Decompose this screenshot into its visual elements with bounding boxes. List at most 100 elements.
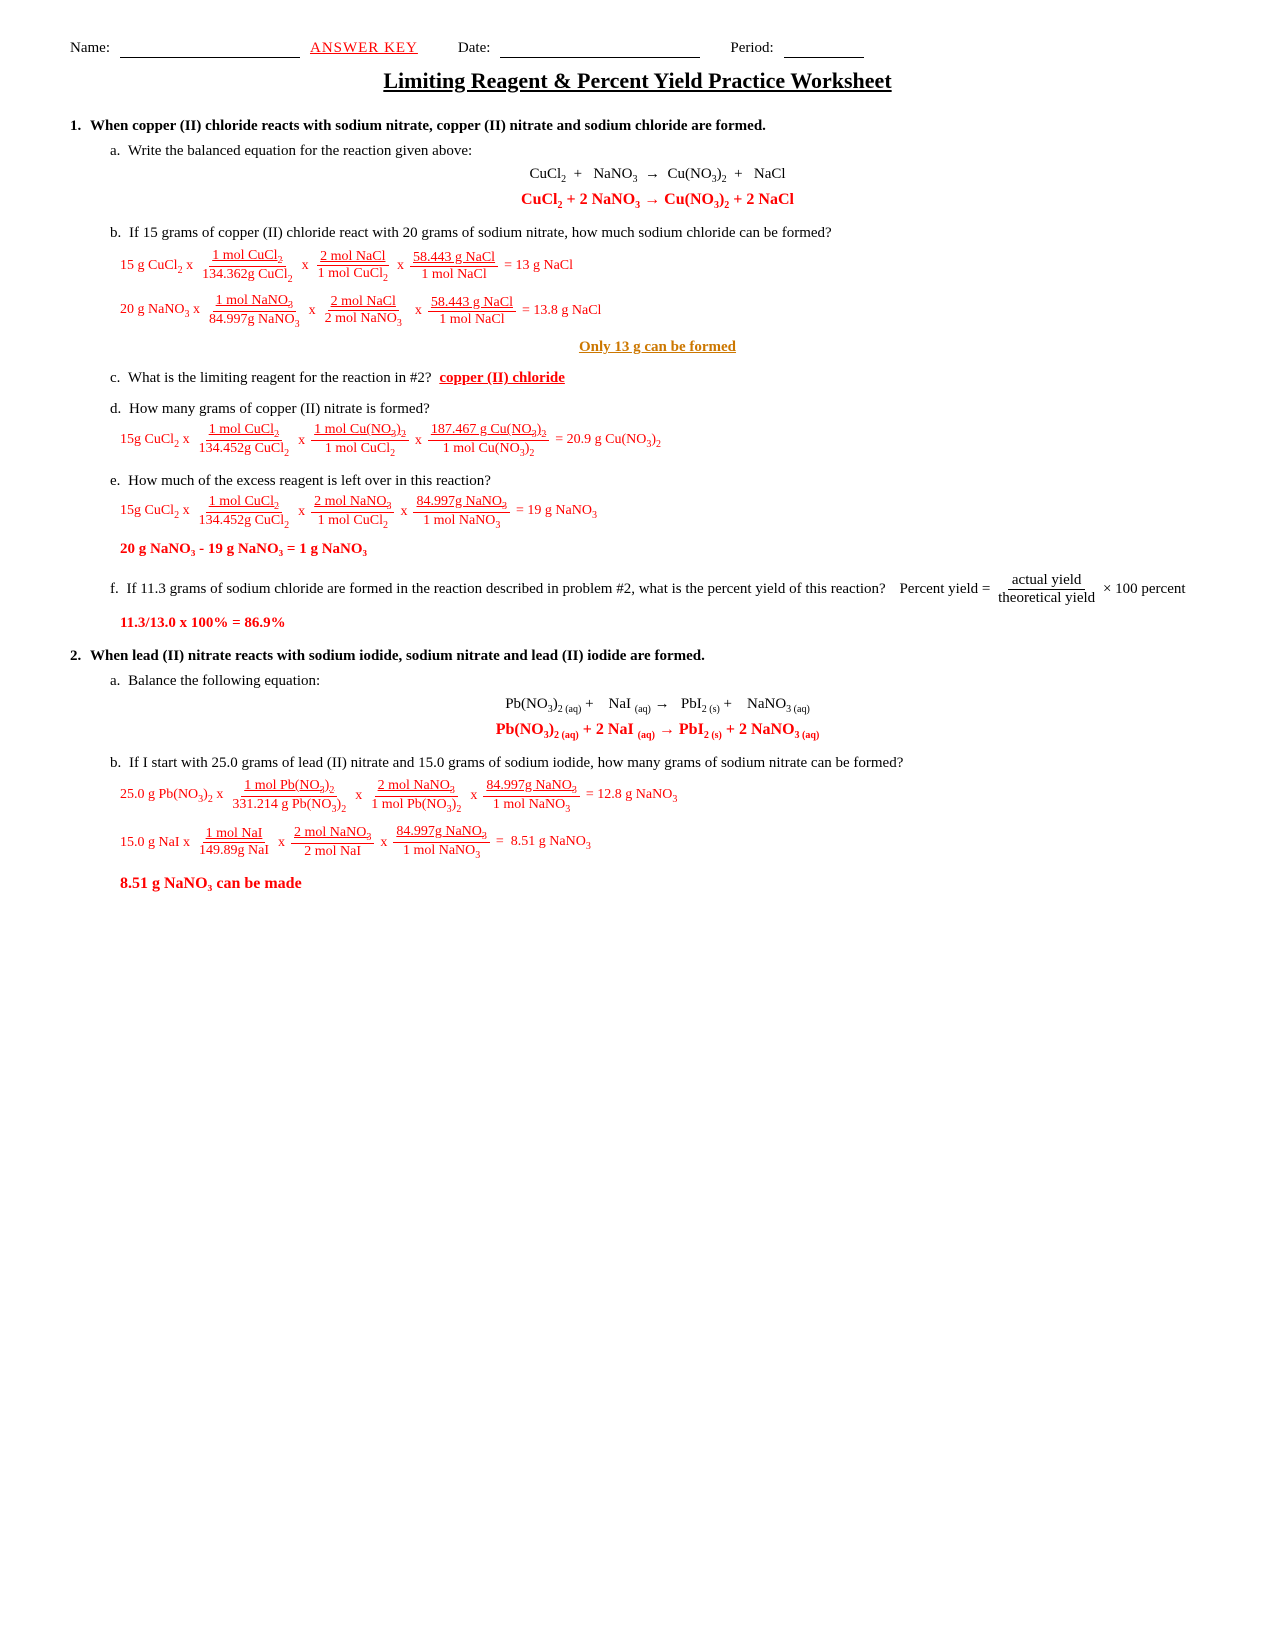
q2-number: 2. [70, 648, 90, 907]
d-result: = 20.9 g Cu(NO3)2 [555, 432, 661, 450]
q1-part-a: a. Write the balanced equation for the r… [110, 143, 1205, 211]
q2-parts: a. Balance the following equation: Pb(NO… [110, 673, 1205, 893]
e-frac3: 84.997g NaNO3 1 mol NaNO3 [413, 494, 510, 531]
q1e-final: 20 g NaNO₃ - 19 g NaNO₃ = 1 g NaNO₃ [120, 541, 1205, 558]
q1-part-b: b. If 15 grams of copper (II) chloride r… [110, 225, 1205, 356]
calc1-result: = 13 g NaCl [504, 258, 573, 274]
q2b2-x2: x [380, 835, 387, 851]
q2b-final: 8.51 g NaNO₃ can be made [120, 875, 1205, 893]
date-field [500, 40, 700, 58]
q1f-answer: 11.3/13.0 x 100% = 86.9% [120, 615, 1205, 632]
e-frac1: 1 mol CuCl2 134.452g CuCl2 [196, 494, 293, 531]
q1-parts: a. Write the balanced equation for the r… [110, 143, 1205, 632]
q1c-text: What is the limiting reagent for the rea… [128, 370, 432, 386]
q2b1-start: 25.0 g Pb(NO3)2 x [120, 787, 223, 805]
q1d-calc: 15g CuCl2 x 1 mol CuCl2 134.452g CuCl2 x… [120, 422, 1205, 459]
calc1-x2: x [397, 258, 404, 274]
q1e-text: How much of the excess reagent is left o… [128, 473, 491, 489]
calc1-frac1: 1 mol CuCl2 134.362g CuCl2 [199, 248, 296, 285]
e-result: = 19 g NaNO3 [516, 503, 597, 521]
q2a-eq1: Pb(NO3)2 (aq) + NaI (aq) → PbI2 (s) + Na… [110, 696, 1205, 715]
d-start: 15g CuCl2 x [120, 432, 190, 450]
calc2-start: 20 g NaNO3 x [120, 302, 200, 320]
q2b-text: If I start with 25.0 grams of lead (II) … [129, 755, 903, 771]
q1d-label: d. [110, 401, 121, 417]
q1c-answer: copper (II) chloride [439, 370, 565, 386]
calc2-result: = 13.8 g NaCl [522, 303, 601, 319]
q2b1-frac2: 2 mol NaNO3 1 mol Pb(NO3)2 [368, 778, 464, 815]
q1-text: When copper (II) chloride reacts with so… [90, 118, 1205, 135]
q1-number: 1. [70, 118, 90, 646]
calc1-frac2: 2 mol NaCl 1 mol CuCl2 [315, 249, 391, 284]
q2b2-frac2: 2 mol NaNO3 2 mol NaI [291, 825, 374, 860]
calc2-frac3: 58.443 g NaCl 1 mol NaCl [428, 295, 516, 328]
calc2-x2: x [415, 303, 422, 319]
q2-text: When lead (II) nitrate reacts with sodiu… [90, 648, 1205, 665]
q1f-label: f. [110, 581, 119, 597]
q2a-eq2-red: Pb(NO3)2 (aq) + 2 NaI (aq) → PbI2 (s) + … [110, 721, 1205, 741]
q1a-text: Write the balanced equation for the reac… [128, 143, 472, 159]
q2b2-frac1: 1 mol NaI 149.89g NaI [196, 826, 272, 859]
q2b1-frac3: 84.997g NaNO3 1 mol NaNO3 [483, 778, 580, 815]
q2b2-frac3: 84.997g NaNO3 1 mol NaNO3 [393, 824, 490, 861]
q2b-label: b. [110, 755, 121, 771]
q2-part-b: b. If I start with 25.0 grams of lead (I… [110, 755, 1205, 893]
q1e-label: e. [110, 473, 120, 489]
period-field [784, 40, 864, 58]
q1a-eq2-red: CuCl2 + 2 NaNO3 → Cu(NO3)2 + 2 NaCl [110, 191, 1205, 211]
q1a-label: a. [110, 143, 120, 159]
calc1-frac3: 58.443 g NaCl 1 mol NaCl [410, 250, 498, 283]
question-1: 1. When copper (II) chloride reacts with… [70, 118, 1205, 646]
q1-part-d: d. How many grams of copper (II) nitrate… [110, 401, 1205, 459]
only13-text: Only 13 g can be formed [579, 339, 736, 355]
question-2: 2. When lead (II) nitrate reacts with so… [70, 648, 1205, 907]
calc1-start: 15 g CuCl2 x [120, 258, 193, 276]
d-frac3: 187.467 g Cu(NO3)2 1 mol Cu(NO3)2 [428, 422, 549, 459]
q1-part-e: e. How much of the excess reagent is lef… [110, 473, 1205, 558]
d-frac1: 1 mol CuCl2 134.452g CuCl2 [196, 422, 293, 459]
name-field [120, 40, 300, 58]
q2a-label: a. [110, 673, 120, 689]
q1d-text: How many grams of copper (II) nitrate is… [129, 401, 430, 417]
e-frac2: 2 mol NaNO3 1 mol CuCl2 [311, 494, 394, 531]
date-label: Date: [458, 40, 490, 57]
q2b1-frac1: 1 mol Pb(NO3)2 331.214 g Pb(NO3)2 [229, 778, 349, 815]
q2b1-x1: x [355, 788, 362, 804]
e-start: 15g CuCl2 x [120, 503, 190, 521]
q1c-label: c. [110, 370, 120, 386]
d-frac2: 1 mol Cu(NO3)2 1 mol CuCl2 [311, 422, 409, 459]
pf-numerator: actual yield [1008, 572, 1086, 590]
q1a-eq1: CuCl2 + NaNO3 → Cu(NO3)2 + NaCl [110, 166, 1205, 185]
q2b1-x2: x [470, 788, 477, 804]
q1-part-c: c. What is the limiting reagent for the … [110, 370, 1205, 387]
d-x1: x [298, 433, 305, 449]
e-x2: x [400, 504, 407, 520]
q1b-label: b. [110, 225, 121, 241]
period-label: Period: [730, 40, 773, 57]
pf-denominator: theoretical yield [994, 590, 1099, 607]
percent-yield-fraction: actual yield theoretical yield [994, 572, 1099, 607]
q2-part-a: a. Balance the following equation: Pb(NO… [110, 673, 1205, 741]
answer-key: ANSWER KEY [310, 40, 418, 57]
name-label: Name: [70, 40, 110, 57]
header: Name: ANSWER KEY Date: Period: [70, 40, 1205, 58]
calc2-frac1: 1 mol NaNO3 84.997g NaNO3 [206, 293, 303, 330]
e-x1: x [298, 504, 305, 520]
q2b2-x1: x [278, 835, 285, 851]
q2-content: When lead (II) nitrate reacts with sodiu… [90, 648, 1205, 907]
q1f-text: If 11.3 grams of sodium chloride are for… [127, 581, 886, 597]
calc2-frac2: 2 mol NaCl 2 mol NaNO3 [322, 294, 405, 329]
q1-part-f: f. If 11.3 grams of sodium chloride are … [110, 572, 1205, 632]
d-x2: x [415, 433, 422, 449]
q1b-calc2: 20 g NaNO3 x 1 mol NaNO3 84.997g NaNO3 x… [120, 293, 1205, 330]
q2b2-result: = 8.51 g NaNO3 [496, 834, 591, 852]
q1e-calc: 15g CuCl2 x 1 mol CuCl2 134.452g CuCl2 x… [120, 494, 1205, 531]
q2b1-result: = 12.8 g NaNO3 [586, 787, 677, 805]
q2b-calc1: 25.0 g Pb(NO3)2 x 1 mol Pb(NO3)2 331.214… [120, 778, 1205, 815]
q1f-formula: Percent yield = actual yield theoretical… [899, 581, 1185, 597]
q1b-text: If 15 grams of copper (II) chloride reac… [129, 225, 832, 241]
calc2-x1: x [309, 303, 316, 319]
q2b-calc2: 15.0 g NaI x 1 mol NaI 149.89g NaI x 2 m… [120, 824, 1205, 861]
q2a-text: Balance the following equation: [128, 673, 320, 689]
calc1-x1: x [302, 258, 309, 274]
